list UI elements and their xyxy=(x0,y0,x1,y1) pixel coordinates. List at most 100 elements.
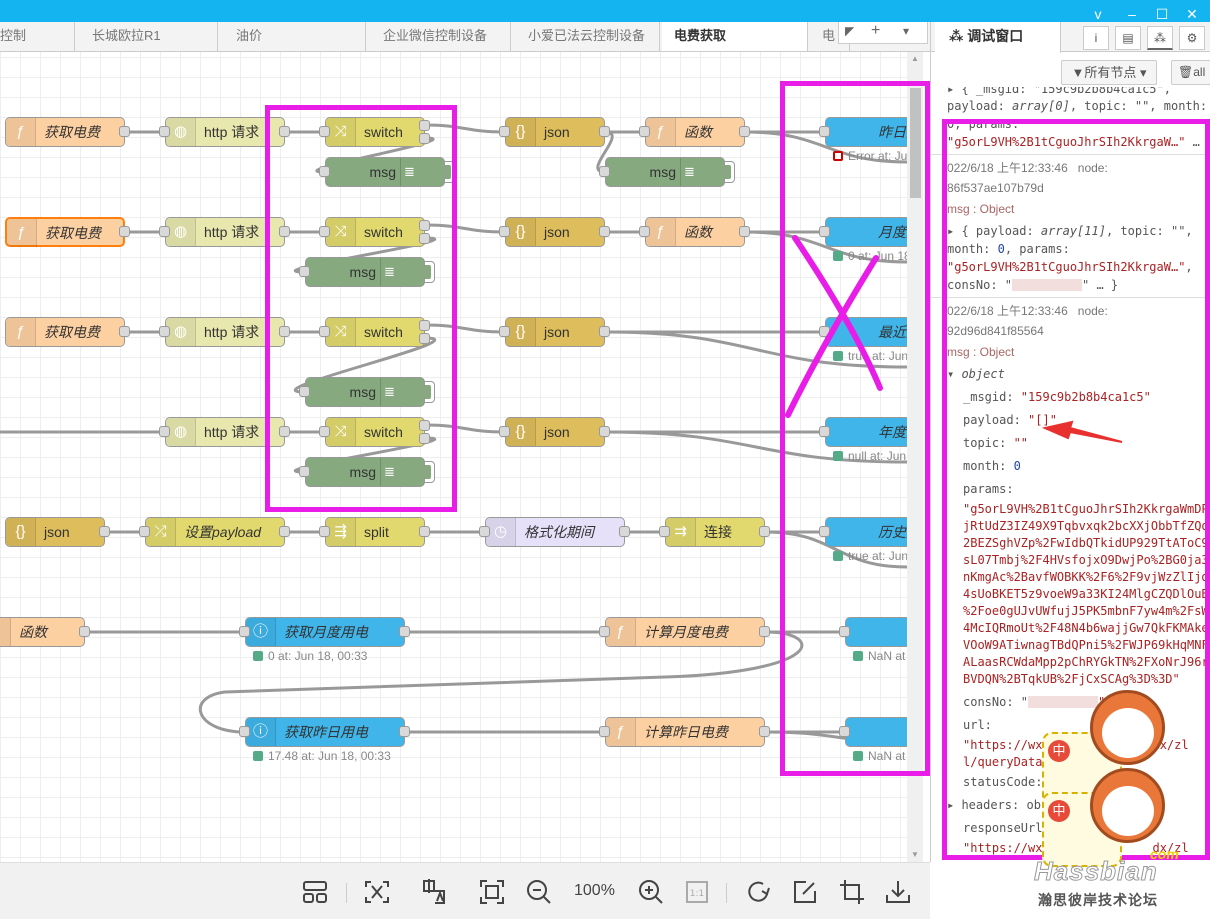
tab-control[interactable]: 控制 xyxy=(0,22,75,51)
split-icon: ⇶ xyxy=(326,518,356,546)
bug-icon[interactable]: ⁂ xyxy=(1147,26,1173,50)
node-port[interactable] xyxy=(159,426,170,437)
node-port[interactable] xyxy=(119,226,130,237)
node-port[interactable] xyxy=(599,126,610,137)
json-node[interactable]: {} json xyxy=(505,217,605,247)
node-port[interactable] xyxy=(759,626,770,637)
layout-icon[interactable] xyxy=(302,879,328,905)
zoom-out-icon[interactable] xyxy=(526,879,552,905)
node-port[interactable] xyxy=(399,726,410,737)
function-node[interactable]: ƒ 函数 xyxy=(0,617,85,647)
node-port[interactable] xyxy=(239,626,250,637)
node-port[interactable] xyxy=(739,226,750,237)
fit-screen-icon[interactable] xyxy=(479,879,505,905)
json-node[interactable]: {} json xyxy=(5,517,105,547)
tab-wecom-control[interactable]: 企业微信控制设备 xyxy=(371,22,511,51)
function-node[interactable]: ƒ 计算月度电费 xyxy=(605,617,765,647)
change-node[interactable]: ⤮ 设置payload xyxy=(145,517,285,547)
function-node[interactable]: ƒ 计算昨日电费 xyxy=(605,717,765,747)
download-icon[interactable] xyxy=(885,879,911,905)
node-port[interactable] xyxy=(499,226,510,237)
zoom-in-icon[interactable] xyxy=(638,879,664,905)
gear-icon[interactable]: ⚙ xyxy=(1179,26,1205,50)
node-port[interactable] xyxy=(239,726,250,737)
node-port[interactable] xyxy=(159,326,170,337)
info-node[interactable]: ⓘ 获取昨日用电 xyxy=(245,717,405,747)
tab-xiaoai-control[interactable]: 小爱已法云控制设备 xyxy=(516,22,660,51)
function-node[interactable]: ƒ 获取电费 xyxy=(5,117,125,147)
tab-greatwall-ora[interactable]: 长城欧拉R1 xyxy=(80,22,218,51)
node-port[interactable] xyxy=(399,626,410,637)
node-label: 连接 xyxy=(704,524,732,540)
tab-oil-price[interactable]: 油价 xyxy=(224,22,366,51)
add-tab-button[interactable]: + xyxy=(871,22,880,40)
json-node[interactable]: {} json xyxy=(505,117,605,147)
node-port[interactable] xyxy=(599,166,610,177)
node-port[interactable] xyxy=(599,426,610,437)
tab-electricity[interactable]: 电费获取 xyxy=(662,22,808,51)
info-icon[interactable]: i xyxy=(1083,26,1109,50)
node-port[interactable] xyxy=(99,526,110,537)
tab-tools: ◤ + ▾ xyxy=(838,22,928,44)
scroll-up-icon[interactable]: ▲ xyxy=(911,54,919,63)
moment-node[interactable]: ◷ 格式化期间 xyxy=(485,517,625,547)
node-port[interactable] xyxy=(759,526,770,537)
window-dropdown-button[interactable]: v xyxy=(1088,6,1108,22)
node-port[interactable] xyxy=(739,126,750,137)
node-filter-dropdown[interactable]: ▼所有节点 ▾ xyxy=(1061,60,1157,85)
node-port[interactable] xyxy=(499,326,510,337)
scroll-down-icon[interactable]: ▼ xyxy=(911,850,919,859)
node-port[interactable] xyxy=(279,526,290,537)
function-node[interactable]: ƒ 函数 xyxy=(645,117,745,147)
node-port[interactable] xyxy=(599,226,610,237)
json-node[interactable]: {} json xyxy=(505,417,605,447)
tab-debug[interactable]: ⁂ 调试窗口 xyxy=(935,22,1061,53)
node-port[interactable] xyxy=(159,226,170,237)
node-port[interactable] xyxy=(599,626,610,637)
text-recognize-icon[interactable] xyxy=(364,879,390,905)
debug-node[interactable]: msg ≣ xyxy=(605,157,725,187)
node-port[interactable] xyxy=(119,126,130,137)
book-icon[interactable]: ▤ xyxy=(1115,26,1141,50)
join-node[interactable]: ⇉ 连接 xyxy=(665,517,765,547)
function-node[interactable]: ƒ 获取电费 xyxy=(5,217,125,247)
node-port[interactable] xyxy=(79,626,90,637)
json-node[interactable]: {} json xyxy=(505,317,605,347)
node-port[interactable] xyxy=(319,526,330,537)
edit-icon[interactable] xyxy=(792,879,818,905)
node-port[interactable] xyxy=(139,526,150,537)
window-minimize-button[interactable]: – xyxy=(1122,6,1142,22)
node-port[interactable] xyxy=(119,326,130,337)
clear-all-button[interactable]: 🗑all xyxy=(1171,60,1210,85)
node-port[interactable] xyxy=(599,326,610,337)
node-port[interactable] xyxy=(639,126,650,137)
scroll-left-icon[interactable]: ◤ xyxy=(845,24,854,38)
split-node[interactable]: ⇶ split xyxy=(325,517,425,547)
translate-icon[interactable] xyxy=(421,879,447,905)
node-port[interactable] xyxy=(419,526,430,537)
node-port[interactable] xyxy=(759,726,770,737)
node-port[interactable] xyxy=(639,226,650,237)
list-icon: ≣ xyxy=(680,158,698,186)
node-port[interactable] xyxy=(619,526,630,537)
function-node[interactable]: ƒ 获取电费 xyxy=(5,317,125,347)
info-node[interactable]: ⓘ 获取月度用电 xyxy=(245,617,405,647)
node-port[interactable] xyxy=(659,526,670,537)
node-label: http 请求 xyxy=(204,424,260,440)
crop-icon[interactable] xyxy=(839,879,865,905)
node-port[interactable] xyxy=(479,526,490,537)
node-label: split xyxy=(364,524,389,540)
node-port[interactable] xyxy=(499,426,510,437)
window-close-button[interactable]: ✕ xyxy=(1182,6,1202,23)
node-port[interactable] xyxy=(499,126,510,137)
tab-menu-button[interactable]: ▾ xyxy=(903,24,909,38)
node-port[interactable] xyxy=(159,126,170,137)
actual-size-icon[interactable]: 1:1 xyxy=(684,879,710,905)
info-icon: ⓘ xyxy=(246,718,276,746)
node-label: 获取电费 xyxy=(44,124,100,140)
rotate-icon[interactable] xyxy=(746,879,772,905)
json-icon: {} xyxy=(506,218,536,246)
node-port[interactable] xyxy=(599,726,610,737)
function-node[interactable]: ƒ 函数 xyxy=(645,217,745,247)
window-maximize-button[interactable]: ☐ xyxy=(1152,6,1172,23)
